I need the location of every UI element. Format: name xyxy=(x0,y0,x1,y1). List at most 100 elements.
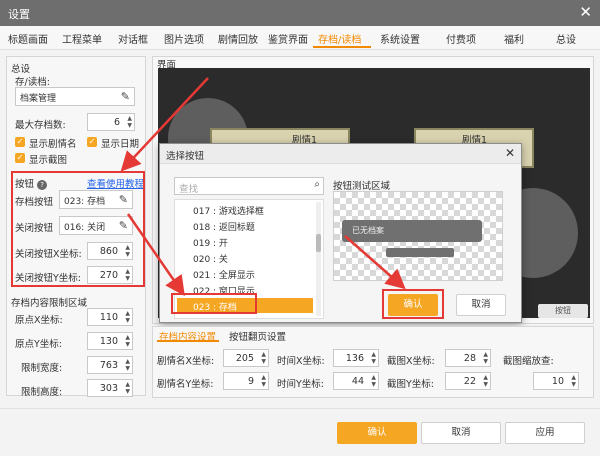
ok-button[interactable]: 确认 xyxy=(337,422,417,444)
limit-width-value: 763 xyxy=(99,360,118,371)
save-load-value: 档案管理 xyxy=(20,94,57,104)
stepper-arrows-icon[interactable]: ▲ ▼ xyxy=(125,334,130,348)
stepper-arrows-icon[interactable]: ▲ ▼ xyxy=(261,374,266,388)
apply-button[interactable]: 应用 xyxy=(505,422,585,444)
origin-y-value: 130 xyxy=(99,336,118,347)
section-general: 总设 xyxy=(11,64,31,75)
preview-corner-button: 按钮 xyxy=(538,304,588,318)
test-button-shadow xyxy=(386,248,454,257)
thumb-scale-stepper[interactable]: 10 ▲ ▼ xyxy=(533,372,579,390)
button-test-area: 已无档案 xyxy=(333,191,503,281)
stepper-arrows-icon[interactable]: ▲ ▼ xyxy=(483,374,488,388)
scrollbar-thumb[interactable] xyxy=(316,234,321,252)
list-item[interactable]: 020 : 关 xyxy=(177,250,313,265)
origin-x-value: 110 xyxy=(99,312,118,323)
stepper-arrows-icon[interactable]: ▲ ▼ xyxy=(125,381,130,395)
thumb-y-value: 22 xyxy=(463,376,476,387)
dialog-header: 选择按钮 ✕ xyxy=(160,144,521,164)
limit-height-value: 303 xyxy=(99,383,118,394)
tab-paid-items[interactable]: 付费项 xyxy=(446,31,476,46)
stepper-arrows-icon[interactable]: ▲ ▼ xyxy=(483,351,488,365)
stepper-arrows-icon[interactable]: ▲ ▼ xyxy=(371,351,376,365)
settings-tabs: 标题画面 工程菜单 对话框 图片选项 剧情回放 鉴赏界面 存档/读档 系统设置 … xyxy=(0,26,600,50)
stepper-arrows-icon[interactable]: ▲ ▼ xyxy=(571,374,576,388)
dialog-search-input[interactable]: 查找 ⌕ xyxy=(174,177,324,195)
window-title: 设置 xyxy=(8,8,30,21)
list-item[interactable]: 018 : 返回标题 xyxy=(177,218,313,233)
name-x-label: 剧情名X坐标: xyxy=(157,356,215,367)
limit-height-stepper[interactable]: 303 ▲ ▼ xyxy=(87,379,133,397)
limit-width-stepper[interactable]: 763 ▲ ▼ xyxy=(87,356,133,374)
name-x-value: 205 xyxy=(235,353,254,364)
dialog-title: 选择按钮 xyxy=(166,151,205,162)
tab-system-settings[interactable]: 系统设置 xyxy=(380,31,420,46)
list-item[interactable]: 019 : 开 xyxy=(177,234,313,249)
annotation-box-selected-item xyxy=(171,293,257,314)
show-date-label: 显示日期 xyxy=(101,139,140,150)
active-tab-indicator xyxy=(313,46,371,48)
list-scrollbar[interactable] xyxy=(316,202,321,316)
dialog-cancel-button[interactable]: 取消 xyxy=(456,294,506,316)
thumb-x-stepper[interactable]: 28 ▲ ▼ xyxy=(445,349,491,367)
tab-rewards[interactable]: 福利 xyxy=(504,31,524,46)
tab-replay[interactable]: 剧情回放 xyxy=(218,31,258,46)
stepper-arrows-icon[interactable]: ▲ ▼ xyxy=(371,374,376,388)
thumb-x-value: 28 xyxy=(463,353,476,364)
tab-general[interactable]: 总设 xyxy=(556,31,576,46)
thumb-scale-label: 截图缩放查: xyxy=(503,356,554,367)
thumb-x-label: 截图X坐标: xyxy=(387,356,435,367)
show-thumb-label: 显示截图 xyxy=(29,155,68,166)
edit-icon[interactable]: ✎ xyxy=(121,90,130,103)
max-saves-value: 6 xyxy=(113,117,120,128)
name-y-stepper[interactable]: 9 ▲ ▼ xyxy=(223,372,269,390)
save-load-label: 存/读档: xyxy=(15,77,50,88)
max-saves-label: 最大存档数: xyxy=(15,120,66,131)
test-button-preview: 已无档案 xyxy=(342,220,482,242)
search-placeholder: 查找 xyxy=(179,184,199,195)
origin-x-stepper[interactable]: 110 ▲ ▼ xyxy=(87,308,133,326)
thumb-y-stepper[interactable]: 22 ▲ ▼ xyxy=(445,372,491,390)
limit-height-label: 限制高度: xyxy=(21,387,63,398)
show-name-label: 显示剧情名 xyxy=(29,139,77,150)
name-x-stepper[interactable]: 205 ▲ ▼ xyxy=(223,349,269,367)
annotation-box-buttons xyxy=(11,171,145,287)
save-content-settings: 存档内容设置 按钮翻页设置 剧情名X坐标: 205 ▲ ▼ 时间X坐标: 136 … xyxy=(152,326,594,398)
save-load-field[interactable]: 档案管理 ✎ xyxy=(15,87,135,106)
tab-title-screen[interactable]: 标题画面 xyxy=(8,31,48,46)
test-area-label: 按钮测试区域 xyxy=(333,181,391,192)
checkbox-show-name[interactable]: ✓ xyxy=(15,137,25,147)
origin-y-label: 原点Y坐标: xyxy=(15,339,63,350)
title-bar: 设置 ✕ xyxy=(0,0,600,26)
stepper-arrows-icon[interactable]: ▲ ▼ xyxy=(127,115,132,129)
cancel-button[interactable]: 取消 xyxy=(421,422,501,444)
stepper-arrows-icon[interactable]: ▲ ▼ xyxy=(125,310,130,324)
tab-dialog[interactable]: 对话框 xyxy=(118,31,148,46)
name-y-label: 剧情名Y坐标: xyxy=(157,379,214,390)
stepper-arrows-icon[interactable]: ▲ ▼ xyxy=(125,358,130,372)
checkbox-show-thumb[interactable]: ✓ xyxy=(15,153,25,163)
list-item[interactable]: 021 : 全屏显示 xyxy=(177,266,313,281)
name-y-value: 9 xyxy=(247,376,254,387)
close-icon[interactable]: ✕ xyxy=(579,3,592,21)
origin-y-stepper[interactable]: 130 ▲ ▼ xyxy=(87,332,133,350)
origin-x-label: 原点X坐标: xyxy=(15,315,63,326)
time-y-stepper[interactable]: 44 ▲ ▼ xyxy=(333,372,379,390)
max-saves-stepper[interactable]: 6 ▲ ▼ xyxy=(87,113,135,131)
tab-page-button[interactable]: 按钮翻页设置 xyxy=(229,329,286,343)
limit-section-label: 存档内容限制区域 xyxy=(11,298,88,309)
checkbox-show-date[interactable]: ✓ xyxy=(87,137,97,147)
limit-width-label: 限制宽度: xyxy=(21,363,63,374)
subtab-indicator xyxy=(157,340,219,342)
time-y-label: 时间Y坐标: xyxy=(277,379,325,390)
dialog-close-icon[interactable]: ✕ xyxy=(505,146,515,160)
thumb-scale-value: 10 xyxy=(551,376,564,387)
list-item[interactable]: 017 : 游戏选择框 xyxy=(177,202,313,217)
tab-gallery[interactable]: 鉴赏界面 xyxy=(268,31,308,46)
time-x-value: 136 xyxy=(345,353,364,364)
time-x-stepper[interactable]: 136 ▲ ▼ xyxy=(333,349,379,367)
stepper-arrows-icon[interactable]: ▲ ▼ xyxy=(261,351,266,365)
search-icon[interactable]: ⌕ xyxy=(314,179,320,190)
tab-image-options[interactable]: 图片选项 xyxy=(164,31,204,46)
tab-project-menu[interactable]: 工程菜单 xyxy=(62,31,102,46)
tab-save-load[interactable]: 存档/读档 xyxy=(318,31,361,46)
